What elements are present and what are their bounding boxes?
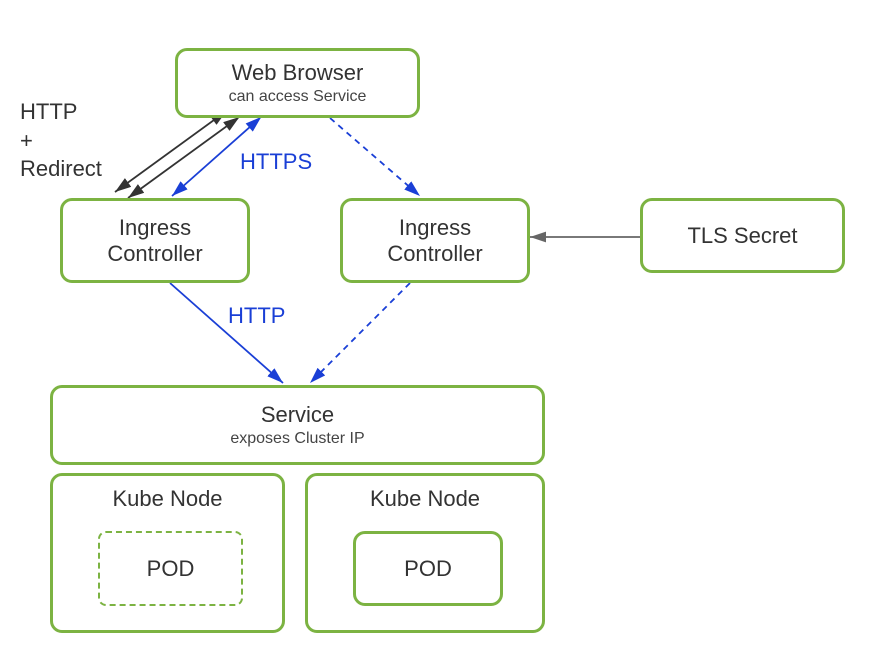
pod-right-box: POD <box>353 531 503 606</box>
kube-node-left-title: Kube Node <box>112 486 222 512</box>
service-box: Service exposes Cluster IP <box>50 385 545 465</box>
pod-right-label: POD <box>404 556 452 582</box>
kube-node-right-box: Kube Node POD <box>305 473 545 633</box>
ingress-controller-left-box: Ingress Controller <box>60 198 250 283</box>
kube-node-right-title: Kube Node <box>370 486 480 512</box>
ingress-left-line1: Ingress <box>119 215 191 241</box>
service-subtitle: exposes Cluster IP <box>230 430 364 448</box>
tls-secret-box: TLS Secret <box>640 198 845 273</box>
https-label: HTTPS <box>240 148 312 177</box>
pod-left-box: POD <box>98 531 243 606</box>
http-label: HTTP <box>228 302 285 331</box>
ingress-left-line2: Controller <box>107 241 202 267</box>
web-browser-title: Web Browser <box>232 60 364 86</box>
ingress-right-line1: Ingress <box>399 215 471 241</box>
http-redirect-label: HTTP + Redirect <box>20 98 102 184</box>
pod-left-label: POD <box>147 556 195 582</box>
tls-secret-title: TLS Secret <box>687 223 797 249</box>
web-browser-box: Web Browser can access Service <box>175 48 420 118</box>
kube-node-left-box: Kube Node POD <box>50 473 285 633</box>
service-title: Service <box>261 402 334 428</box>
ingress-controller-right-box: Ingress Controller <box>340 198 530 283</box>
ingress-right-line2: Controller <box>387 241 482 267</box>
web-browser-subtitle: can access Service <box>229 88 367 106</box>
